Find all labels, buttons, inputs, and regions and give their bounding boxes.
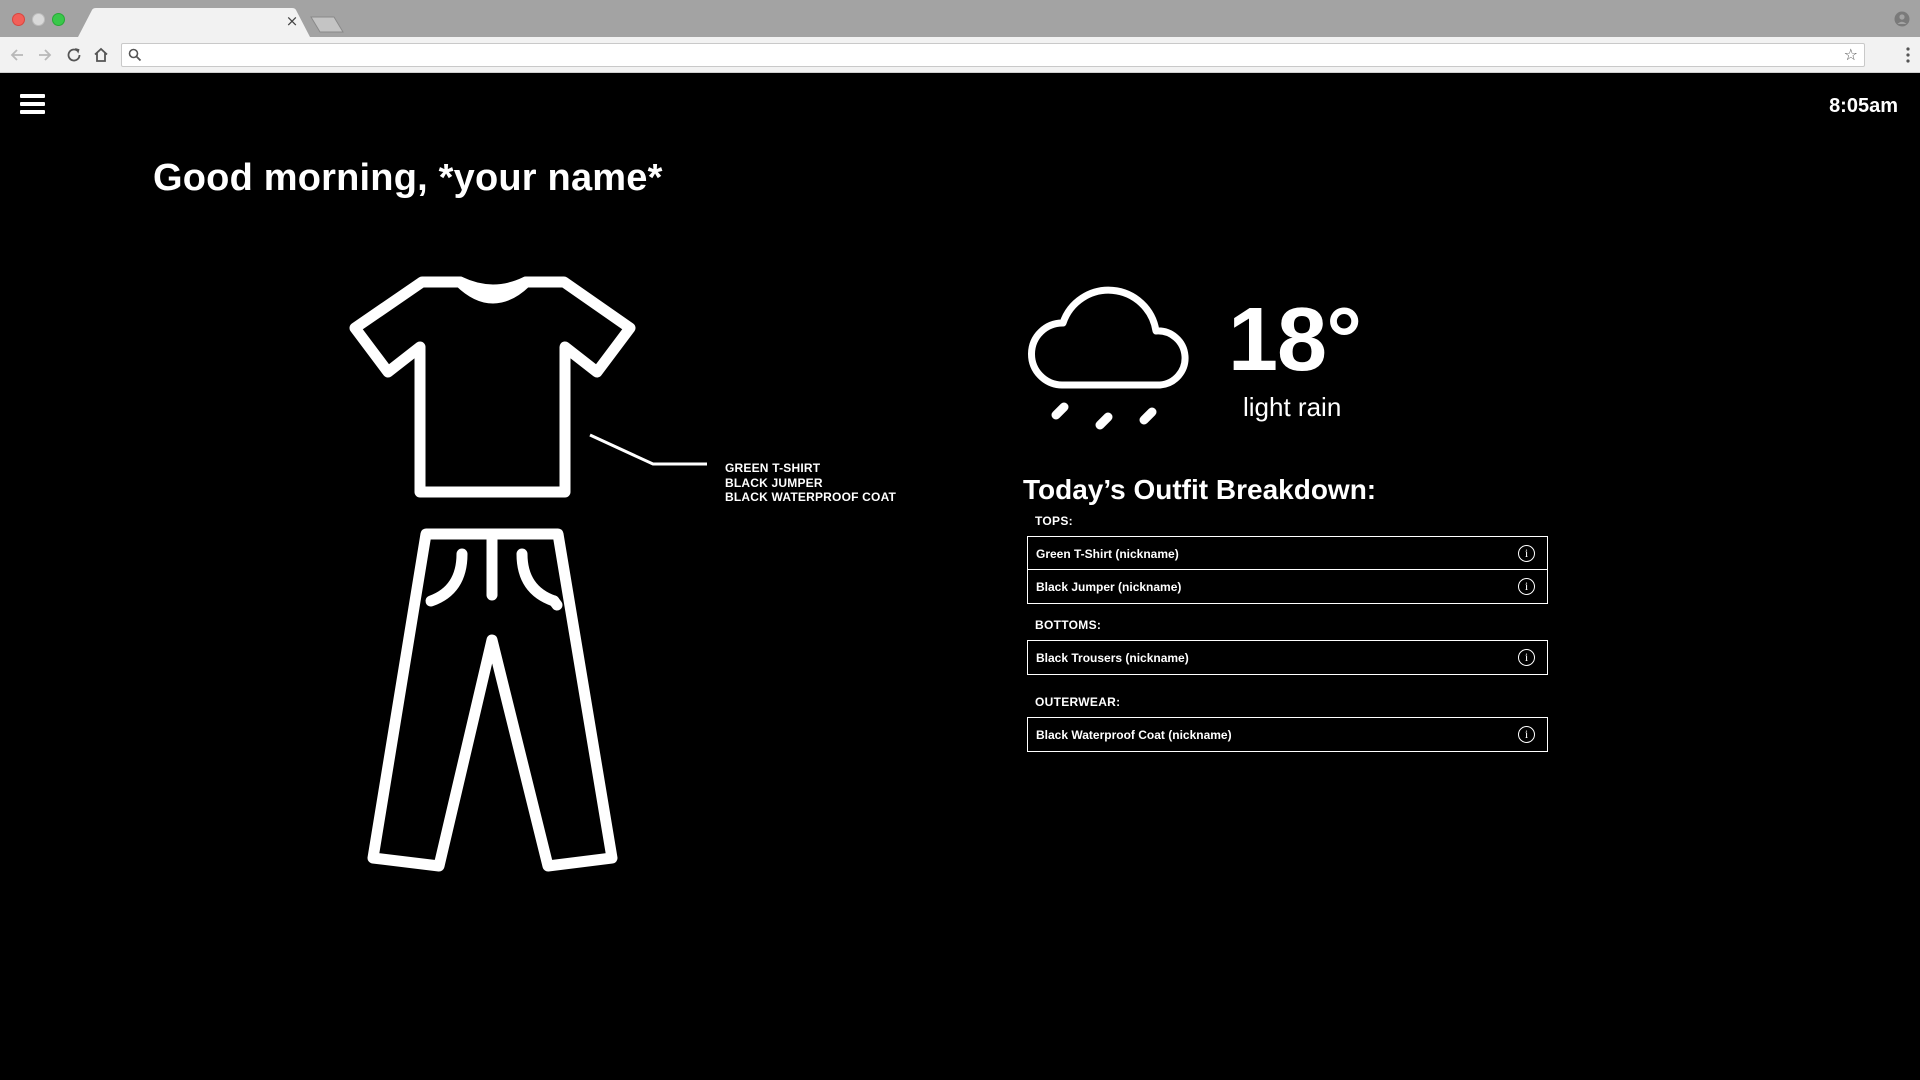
callout-line bbox=[589, 433, 707, 466]
address-input[interactable] bbox=[148, 46, 1828, 64]
minimize-window-button[interactable] bbox=[32, 13, 45, 26]
browser-toolbar: ☆ bbox=[0, 37, 1920, 73]
info-icon[interactable]: i bbox=[1518, 726, 1535, 743]
item-name: Black Trousers (nickname) bbox=[1036, 651, 1189, 665]
outfit-item-row[interactable]: Black Waterproof Coat (nickname) i bbox=[1028, 718, 1547, 751]
breakdown-title: Today’s Outfit Breakdown: bbox=[1023, 474, 1377, 505]
temperature: 18° bbox=[1228, 290, 1362, 390]
bookmark-star-icon[interactable]: ☆ bbox=[1844, 47, 1858, 63]
item-name: Green T-Shirt (nickname) bbox=[1036, 547, 1179, 561]
outfit-label: BLACK WATERPROOF COAT bbox=[725, 490, 897, 504]
hamburger-bar bbox=[20, 94, 45, 98]
info-icon[interactable]: i bbox=[1518, 545, 1535, 562]
info-icon[interactable]: i bbox=[1518, 578, 1535, 595]
group-label-bottoms: BOTTOMS: bbox=[1035, 618, 1102, 632]
browser-tab[interactable]: × bbox=[78, 8, 310, 37]
bottoms-list: Black Trousers (nickname) i bbox=[1027, 640, 1548, 675]
tab-close-icon[interactable]: × bbox=[284, 13, 300, 29]
item-name: Black Waterproof Coat (nickname) bbox=[1036, 728, 1232, 742]
hamburger-menu-icon[interactable] bbox=[20, 94, 45, 114]
item-name: Black Jumper (nickname) bbox=[1036, 580, 1182, 594]
maximize-window-button[interactable] bbox=[52, 13, 65, 26]
weather-condition: light rain bbox=[1243, 392, 1342, 422]
home-icon[interactable] bbox=[91, 45, 111, 65]
outfit-label: GREEN T-SHIRT bbox=[725, 461, 821, 475]
outfit-item-row[interactable]: Black Trousers (nickname) i bbox=[1028, 641, 1547, 674]
current-time: 8:05am bbox=[1829, 95, 1898, 117]
back-arrow-icon[interactable] bbox=[8, 45, 28, 65]
outfit-label: BLACK JUMPER bbox=[725, 475, 823, 490]
outfit-label-list: GREEN T-SHIRT BLACK JUMPER BLACK WATERPR… bbox=[725, 461, 896, 505]
cloud-rain-icon bbox=[1028, 286, 1189, 430]
address-bar[interactable]: ☆ bbox=[121, 43, 1865, 67]
forward-arrow-icon[interactable] bbox=[34, 45, 54, 65]
hamburger-bar bbox=[20, 110, 45, 114]
trousers-icon bbox=[367, 528, 618, 872]
reload-icon[interactable] bbox=[64, 45, 84, 65]
browser-tab-strip: × bbox=[0, 0, 1920, 37]
outerwear-list: Black Waterproof Coat (nickname) i bbox=[1027, 717, 1548, 752]
close-window-button[interactable] bbox=[12, 13, 25, 26]
new-tab-button[interactable] bbox=[310, 16, 344, 33]
greeting-heading: Good morning, *your name* bbox=[153, 157, 663, 199]
tab-shape bbox=[78, 8, 310, 37]
outfit-illustration bbox=[349, 276, 636, 872]
browser-menu-icon[interactable] bbox=[1906, 46, 1910, 64]
hamburger-bar bbox=[20, 102, 45, 106]
outfit-item-row[interactable]: Green T-Shirt (nickname) i bbox=[1028, 537, 1547, 570]
outfit-item-row[interactable]: Black Jumper (nickname) i bbox=[1028, 570, 1547, 603]
tops-list: Green T-Shirt (nickname) i Black Jumper … bbox=[1027, 536, 1548, 604]
profile-icon[interactable] bbox=[1894, 11, 1910, 27]
group-label-tops: TOPS: bbox=[1035, 514, 1073, 528]
search-icon bbox=[128, 48, 142, 62]
info-icon[interactable]: i bbox=[1518, 649, 1535, 666]
group-label-outerwear: OUTERWEAR: bbox=[1035, 695, 1121, 709]
